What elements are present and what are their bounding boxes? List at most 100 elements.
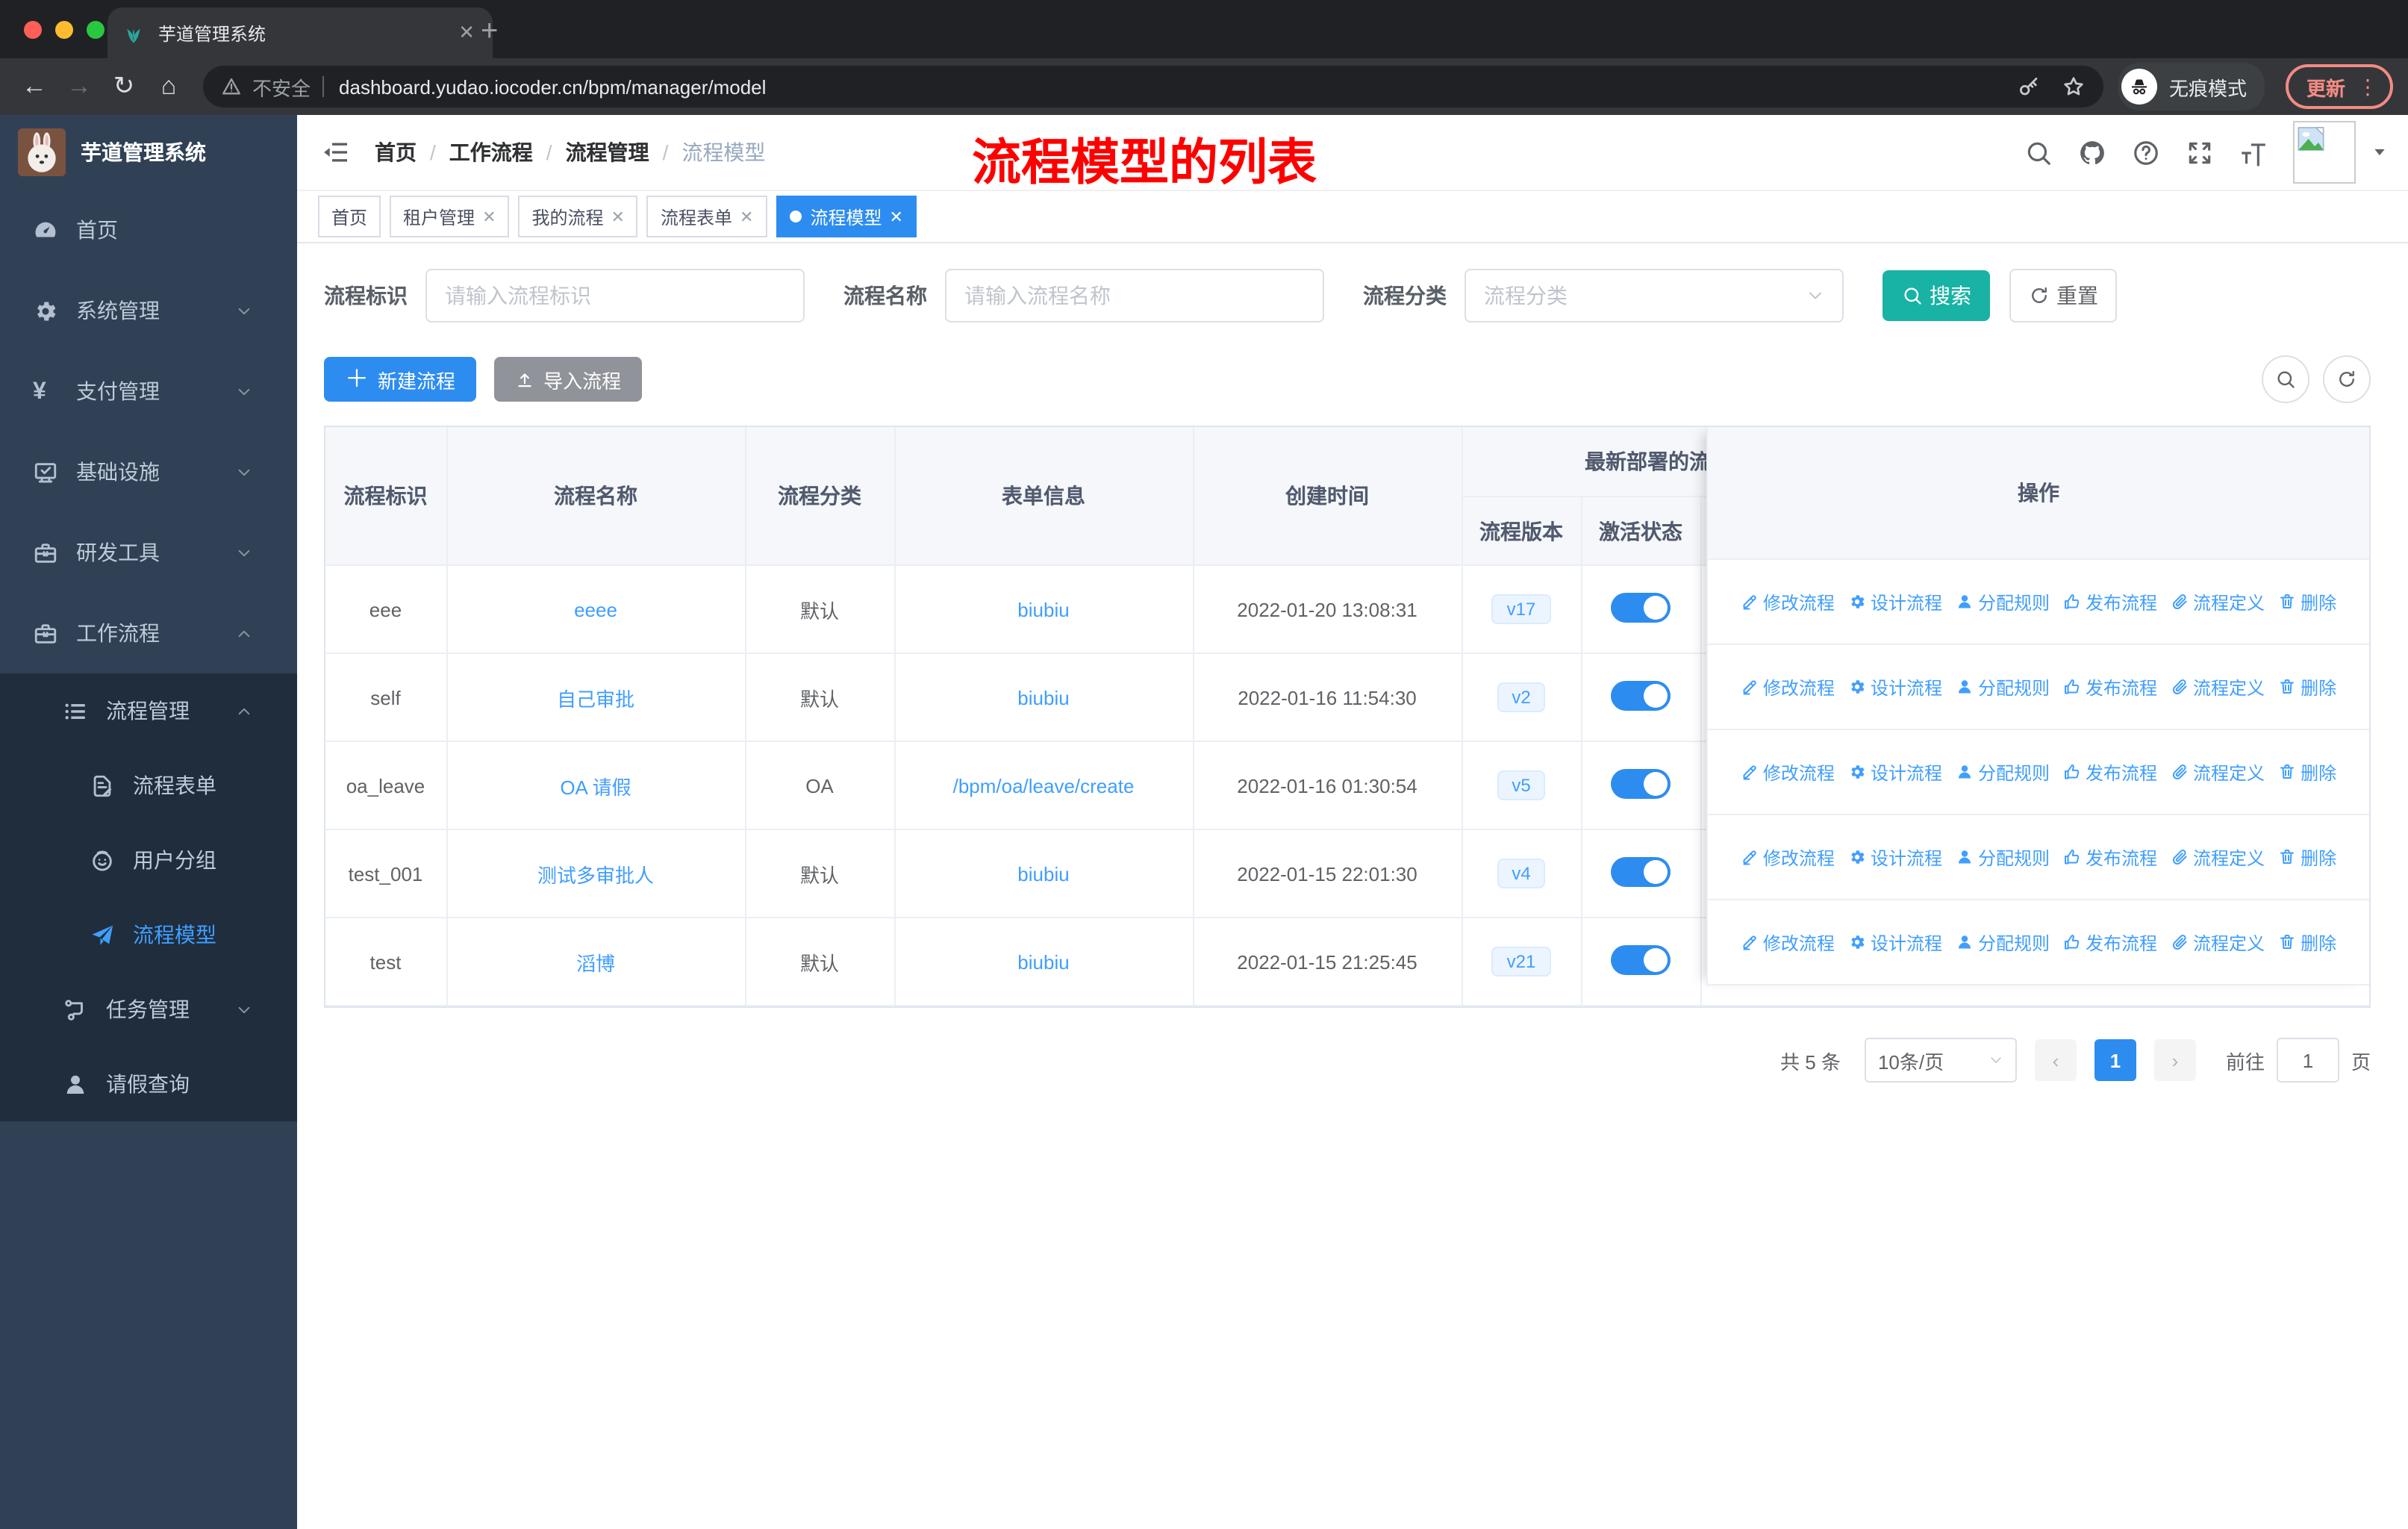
password-key-icon[interactable] [2017,75,2041,99]
flow-name-link[interactable]: 测试多审批人 [537,864,654,886]
action-assign-rule[interactable]: 分配规则 [1956,759,2050,785]
action-flow-definition[interactable]: 流程定义 [2171,674,2265,700]
breadcrumb-item[interactable]: 流程管理 [566,137,649,167]
tag-close-icon[interactable]: ✕ [482,207,496,226]
import-flow-button[interactable]: 导入流程 [494,357,643,402]
show-search-button[interactable] [2262,355,2309,403]
prev-page-button[interactable]: ‹ [2034,1039,2077,1081]
action-delete[interactable]: 删除 [2278,929,2336,955]
page-1-button[interactable]: 1 [2094,1039,2136,1081]
sidebar-item-流程模型[interactable]: 流程模型 [0,897,297,972]
flow-name-link[interactable]: OA 请假 [560,776,631,798]
sidebar-item-系统管理[interactable]: 系统管理 [0,270,297,351]
app-logo-row[interactable]: 芋道管理系统 [0,115,297,190]
search-icon[interactable] [2024,138,2053,166]
github-icon[interactable] [2078,138,2106,166]
action-design-flow[interactable]: 设计流程 [1848,844,1942,870]
avatar-caret-down-icon[interactable] [2372,145,2387,160]
flow-name-link[interactable]: 自己审批 [557,688,634,710]
action-flow-definition[interactable]: 流程定义 [2171,589,2265,614]
next-page-button[interactable]: › [2153,1039,2196,1081]
refresh-table-button[interactable] [2323,355,2371,403]
forward-button[interactable]: → [60,72,99,102]
action-assign-rule[interactable]: 分配规则 [1956,929,2050,955]
form-info-link[interactable]: biubiu [1017,862,1069,885]
tab-流程模型[interactable]: 流程模型 ✕ [776,196,917,237]
action-design-flow[interactable]: 设计流程 [1848,759,1942,785]
action-publish-flow[interactable]: 发布流程 [2063,929,2157,955]
flow-category-select[interactable]: 流程分类 [1465,269,1844,323]
tab-首页[interactable]: 首页 [318,196,381,237]
breadcrumb-item[interactable]: 流程模型 [681,137,765,167]
tag-close-icon[interactable]: ✕ [611,207,625,226]
active-toggle[interactable] [1611,944,1671,974]
action-edit-flow[interactable]: 修改流程 [1741,759,1835,785]
help-icon[interactable] [2132,138,2160,166]
back-button[interactable]: ← [15,72,54,102]
action-edit-flow[interactable]: 修改流程 [1741,929,1835,955]
active-toggle[interactable] [1611,680,1671,710]
tab-我的流程[interactable]: 我的流程 ✕ [518,196,638,237]
tag-close-icon[interactable]: ✕ [889,207,902,226]
font-size-icon[interactable] [2239,138,2268,166]
action-design-flow[interactable]: 设计流程 [1848,929,1942,955]
tab-close-icon[interactable]: ✕ [455,21,478,45]
sidebar-collapse-icon[interactable] [321,137,351,167]
sidebar-item-基础设施[interactable]: 基础设施 [0,432,297,512]
flow-name-link[interactable]: 滔博 [576,952,615,974]
action-edit-flow[interactable]: 修改流程 [1741,589,1835,614]
breadcrumb-item[interactable]: 工作流程 [449,137,533,167]
action-delete[interactable]: 删除 [2278,674,2336,700]
action-publish-flow[interactable]: 发布流程 [2063,674,2157,700]
flow-id-input[interactable]: 请输入流程标识 [425,269,805,323]
form-info-link[interactable]: biubiu [1017,950,1069,973]
action-assign-rule[interactable]: 分配规则 [1956,674,2050,700]
tag-close-icon[interactable]: ✕ [740,207,753,226]
sidebar-item-首页[interactable]: 首页 [0,190,297,270]
action-edit-flow[interactable]: 修改流程 [1741,674,1835,700]
home-button[interactable]: ⌂ [149,72,188,102]
form-info-link[interactable]: biubiu [1017,598,1069,620]
sidebar-item-请假查询[interactable]: 请假查询 [0,1047,297,1121]
active-toggle[interactable] [1611,768,1671,798]
sidebar-item-用户分组[interactable]: 用户分组 [0,823,297,897]
flow-name-link[interactable]: eeee [574,598,617,620]
user-avatar[interactable] [2293,121,2356,184]
form-info-link[interactable]: /bpm/oa/leave/create [953,774,1135,797]
action-delete[interactable]: 删除 [2278,589,2336,614]
fullscreen-icon[interactable] [2186,138,2214,166]
tab-租户管理[interactable]: 租户管理 ✕ [390,196,510,237]
chrome-update-button[interactable]: 更新 ⋮ [2285,64,2393,109]
action-delete[interactable]: 删除 [2278,759,2336,785]
action-edit-flow[interactable]: 修改流程 [1741,844,1835,870]
breadcrumb-item[interactable]: 首页 [375,137,417,167]
action-flow-definition[interactable]: 流程定义 [2171,929,2265,955]
flow-name-input[interactable]: 请输入流程名称 [945,269,1324,323]
browser-menu-icon[interactable]: ⋮ [2357,76,2378,97]
action-design-flow[interactable]: 设计流程 [1848,589,1942,614]
tab-流程表单[interactable]: 流程表单 ✕ [646,196,767,237]
active-toggle[interactable] [1611,856,1671,886]
action-flow-definition[interactable]: 流程定义 [2171,759,2265,785]
action-publish-flow[interactable]: 发布流程 [2063,844,2157,870]
sidebar-item-流程管理[interactable]: 流程管理 [0,673,297,748]
bookmark-star-icon[interactable] [2062,75,2086,99]
action-publish-flow[interactable]: 发布流程 [2063,759,2157,785]
action-delete[interactable]: 删除 [2278,844,2336,870]
new-tab-button[interactable]: + [481,12,498,51]
action-design-flow[interactable]: 设计流程 [1848,674,1942,700]
maximize-window-button[interactable] [87,21,105,39]
search-button[interactable]: 搜索 [1883,270,1990,321]
sidebar-item-支付管理[interactable]: ¥ 支付管理 [0,351,297,432]
action-flow-definition[interactable]: 流程定义 [2171,844,2265,870]
goto-page-input[interactable]: 1 [2276,1038,2339,1083]
action-assign-rule[interactable]: 分配规则 [1956,589,2050,614]
browser-tab[interactable]: 芋道管理系统 ✕ [107,7,493,58]
close-window-button[interactable] [24,21,42,39]
minimize-window-button[interactable] [55,21,73,39]
create-flow-button[interactable]: ＋ 新建流程 [324,357,477,402]
action-publish-flow[interactable]: 发布流程 [2063,589,2157,614]
address-bar[interactable]: 不安全 dashboard.yudao.iocoder.cn/bpm/manag… [203,66,2103,108]
sidebar-item-流程表单[interactable]: 流程表单 [0,748,297,823]
active-toggle[interactable] [1611,592,1671,622]
